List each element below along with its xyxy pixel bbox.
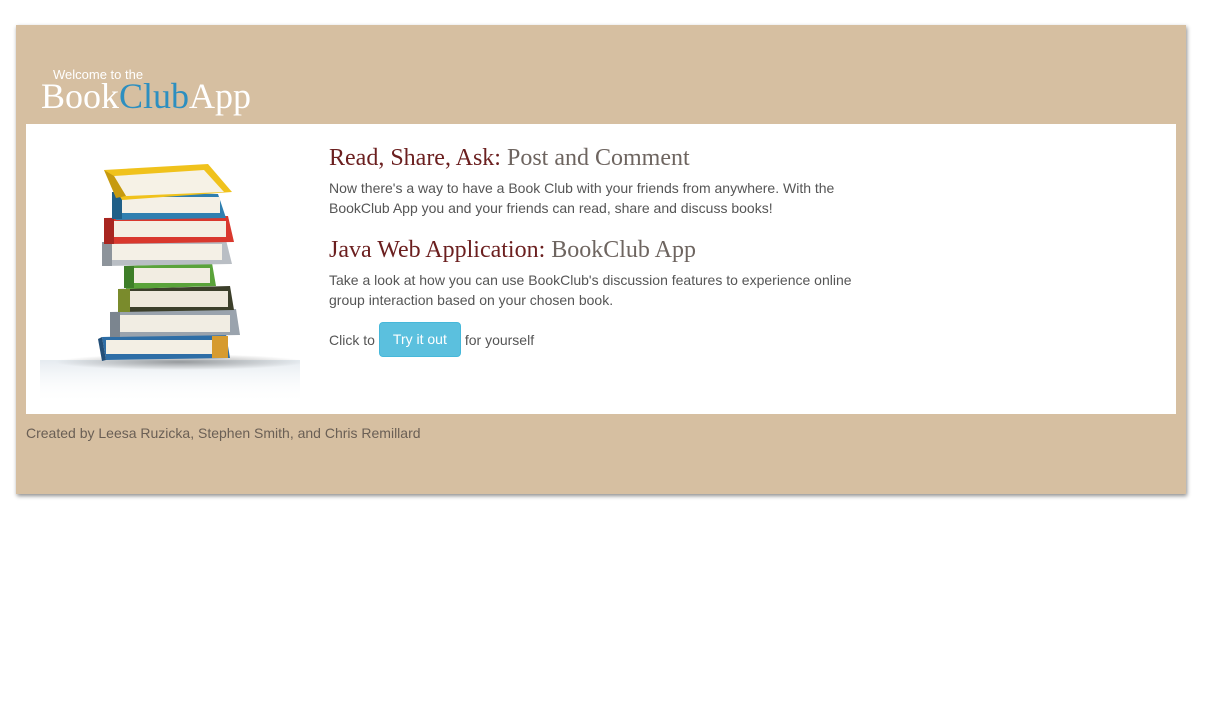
heading-rest: Post and Comment xyxy=(506,145,690,171)
try-it-out-button[interactable]: Try it out xyxy=(378,322,461,357)
logo-book: Book xyxy=(41,76,120,116)
footer-credits: Created by Leesa Ruzicka, Stephen Smith,… xyxy=(26,425,421,441)
books-stack-icon xyxy=(40,164,300,404)
cta-line: Click to Try it out for yourself xyxy=(329,322,874,357)
main-content-panel: Read, Share, Ask: Post and Comment Now t… xyxy=(26,124,1176,414)
heading-lead: Java Web Application: xyxy=(329,237,546,263)
section-heading-java-web-app: Java Web Application: BookClub App xyxy=(329,236,874,264)
page-frame: Welcome to the BookClubApp Read, Share, … xyxy=(16,25,1186,494)
section-body-read-share: Now there's a way to have a Book Club wi… xyxy=(329,180,835,216)
cta-after-text: for yourself xyxy=(464,331,535,348)
logo-club: Club xyxy=(119,76,190,116)
section-heading-read-share: Read, Share, Ask: Post and Comment xyxy=(329,144,874,172)
logo-app: App xyxy=(189,76,252,116)
section-body-java-web-app: Take a look at how you can use BookClub'… xyxy=(329,272,852,308)
intro-text-column: Read, Share, Ask: Post and Comment Now t… xyxy=(329,144,874,357)
cta-before-text: Click to xyxy=(329,331,375,348)
app-logo[interactable]: BookClubApp xyxy=(41,76,251,116)
heading-lead: Read, Share, Ask: xyxy=(329,145,501,171)
heading-rest: BookClub App xyxy=(551,237,696,263)
